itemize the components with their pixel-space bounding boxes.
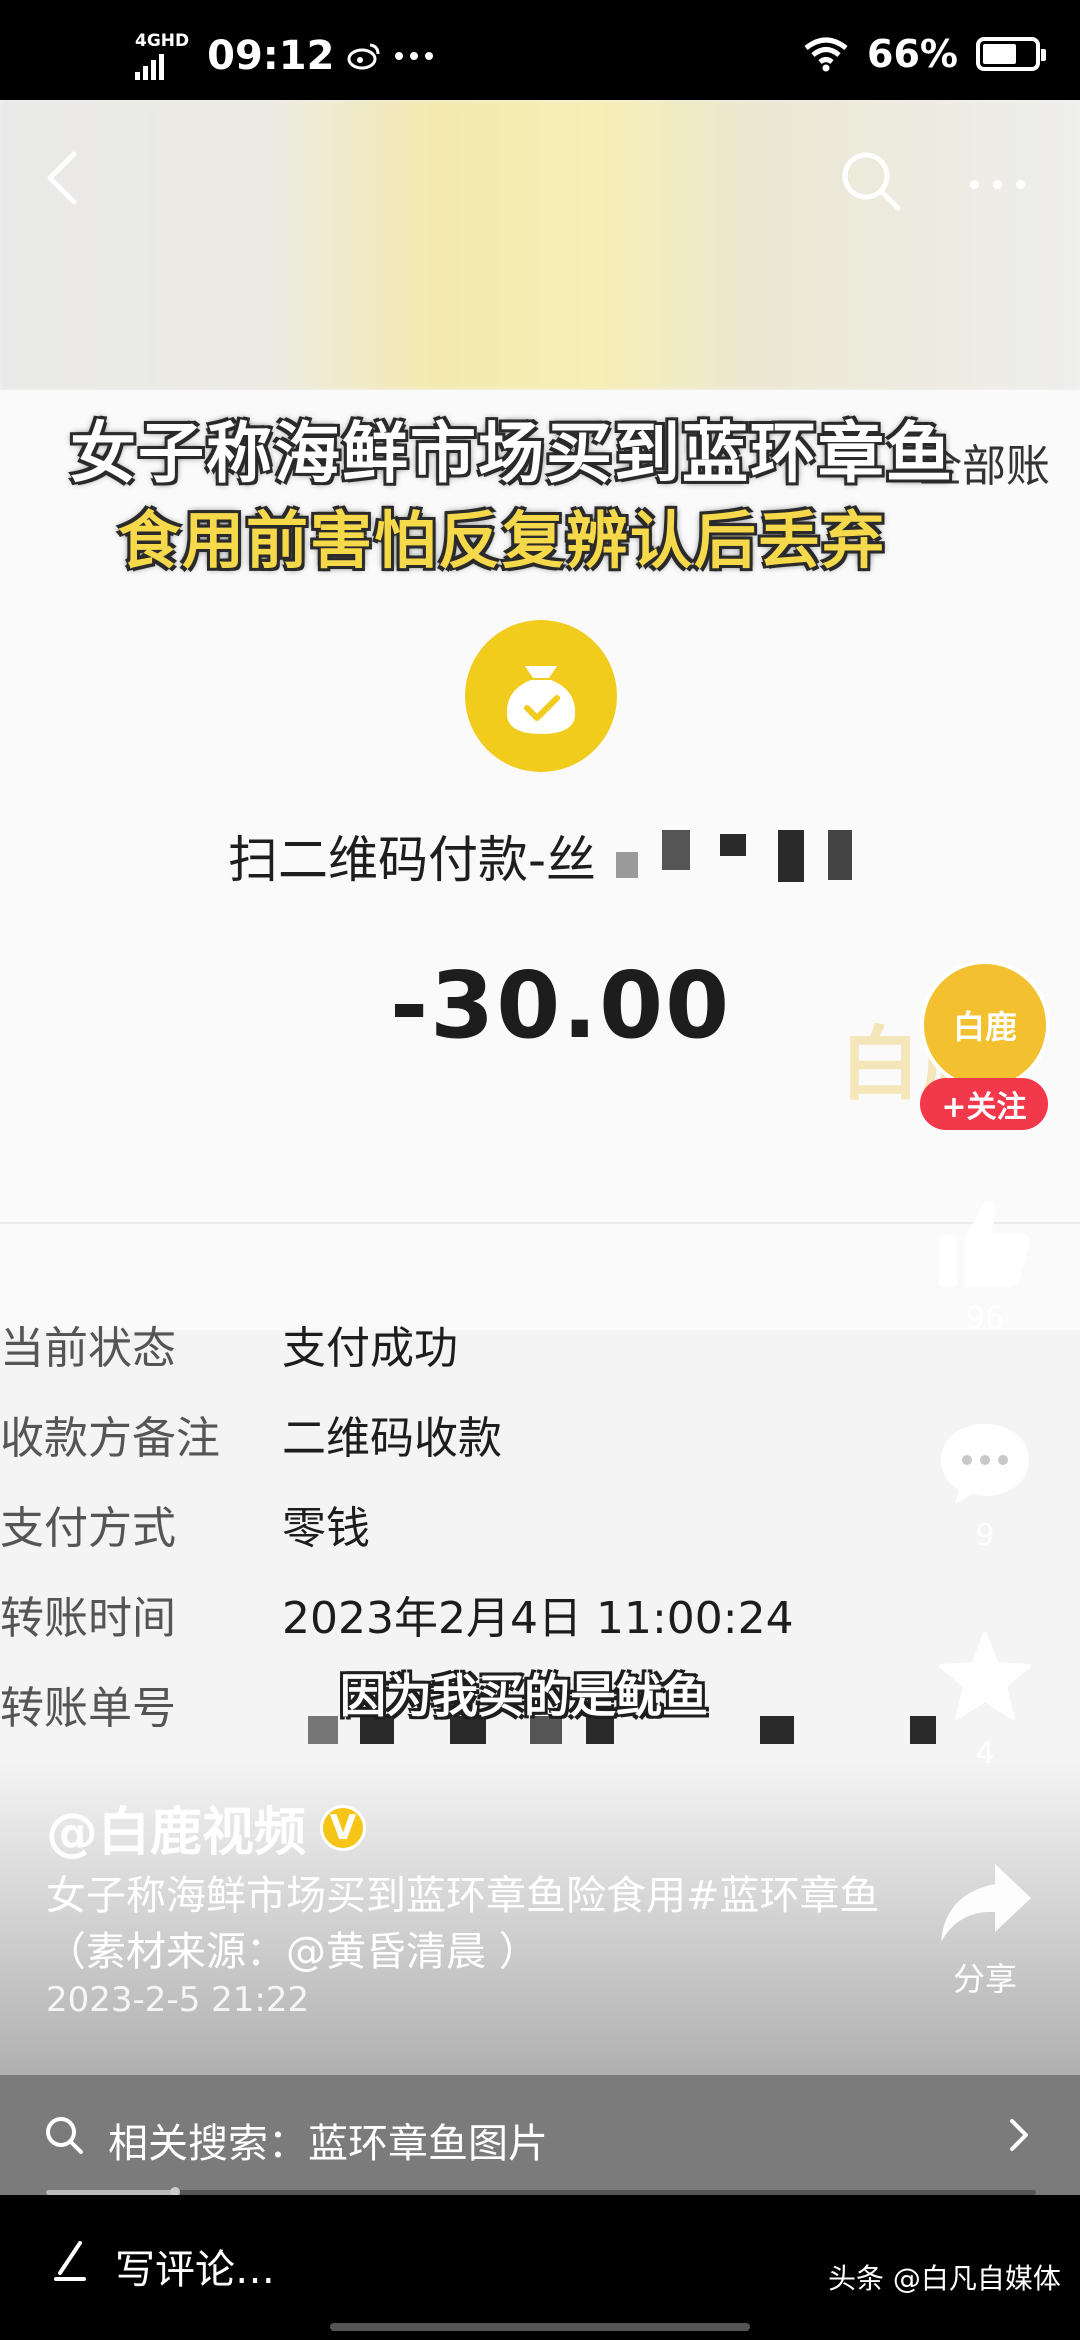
status-time: 09:12 bbox=[207, 33, 335, 79]
status-bar: 4GHD 09:12 66% bbox=[0, 0, 1080, 100]
star-icon bbox=[939, 1632, 1031, 1720]
back-icon[interactable] bbox=[42, 148, 82, 208]
video-caption-line1: 女子称海鲜市场买到蓝环章鱼 bbox=[70, 415, 954, 492]
video-subtitle: 因为我买的是鱿鱼 bbox=[340, 1669, 708, 1723]
comment-count: 9 bbox=[975, 1518, 995, 1553]
detail-label: 支付方式 bbox=[0, 1503, 176, 1554]
comment-bubble-icon bbox=[941, 1424, 1029, 1504]
status-right: 66% bbox=[803, 32, 1046, 76]
status-left: 4GHD 09:12 bbox=[135, 32, 434, 80]
comment-button[interactable]: 9 bbox=[930, 1418, 1040, 1553]
video-blurred-header bbox=[0, 100, 1080, 390]
video-caption-line2: 食用前害怕反复辨认后丢弃 bbox=[118, 504, 887, 577]
home-indicator[interactable] bbox=[330, 2323, 750, 2331]
more-options-icon[interactable] bbox=[970, 180, 1025, 189]
author-handle[interactable]: @白鹿视频 bbox=[46, 1790, 306, 1865]
divider bbox=[0, 1222, 1080, 1224]
related-search-text[interactable]: 相关搜索：蓝环章鱼图片 bbox=[108, 2111, 548, 2169]
more-notifications-icon bbox=[395, 52, 434, 60]
thumbs-up-icon bbox=[939, 1200, 1031, 1287]
share-label: 分享 bbox=[952, 1960, 1017, 1998]
detail-label: 转账时间 bbox=[0, 1593, 176, 1644]
comment-bar: 写评论… 头条 @白凡自媒体 bbox=[0, 2195, 1080, 2340]
follow-button[interactable]: +关注 bbox=[920, 1078, 1048, 1130]
avatar[interactable]: 白鹿 bbox=[920, 960, 1050, 1090]
favorite-count: 4 bbox=[975, 1736, 995, 1771]
detail-value: 二维码收款 bbox=[282, 1413, 502, 1464]
detail-row-time: 转账时间 2023年2月4日 11:00:24 bbox=[0, 1582, 1000, 1652]
source-watermark: 头条 @白凡自媒体 bbox=[828, 2262, 1061, 2295]
weibo-icon bbox=[347, 43, 380, 70]
battery-percent: 66% bbox=[867, 32, 958, 76]
detail-value: 2023年2月4日 11:00:24 bbox=[282, 1593, 794, 1644]
detail-row-method: 支付方式 零钱 bbox=[0, 1492, 1000, 1562]
search-icon[interactable] bbox=[838, 148, 904, 214]
verified-badge-icon: V bbox=[320, 1804, 367, 1851]
post-description[interactable]: 女子称海鲜市场买到蓝环章鱼险食用#蓝环章鱼（素材来源：@黄昏清晨 ） bbox=[46, 1868, 906, 1980]
video-player[interactable]: 全部账 女子称海鲜市场买到蓝环章鱼 食用前害怕反复辨认后丢弃 扫二维码付款-丝 … bbox=[0, 100, 1080, 2100]
network-type: 4GHD bbox=[135, 31, 190, 51]
wifi-icon bbox=[804, 37, 848, 72]
like-count: 96 bbox=[965, 1301, 1005, 1336]
detail-value: 零钱 bbox=[282, 1503, 370, 1554]
related-search-bar[interactable]: 相关搜索：蓝环章鱼图片 bbox=[0, 2075, 1080, 2195]
money-bag-icon bbox=[465, 620, 617, 772]
like-button[interactable]: 96 bbox=[930, 1195, 1040, 1336]
favorite-button[interactable]: 4 bbox=[930, 1630, 1040, 1771]
detail-label: 当前状态 bbox=[0, 1323, 176, 1374]
battery-icon bbox=[976, 37, 1046, 71]
detail-label: 收款方备注 bbox=[0, 1413, 220, 1464]
chevron-right-icon[interactable] bbox=[1008, 2117, 1030, 2153]
payment-amount: -30.00 bbox=[390, 952, 732, 1059]
author-name[interactable]: @白鹿视频 V bbox=[46, 1790, 367, 1865]
search-icon bbox=[46, 2117, 83, 2154]
detail-label: 转账单号 bbox=[0, 1683, 176, 1734]
cellular-signal-icon: 4GHD bbox=[135, 32, 189, 80]
detail-row-status: 当前状态 支付成功 bbox=[0, 1312, 1000, 1382]
share-arrow-icon bbox=[941, 1864, 1031, 1942]
comment-input[interactable]: 写评论… bbox=[115, 2237, 275, 2295]
post-date: 2023-2-5 21:22 bbox=[46, 1980, 310, 2020]
detail-row-remark: 收款方备注 二维码收款 bbox=[0, 1402, 1000, 1472]
payment-title: 扫二维码付款-丝 bbox=[228, 831, 597, 889]
pen-icon bbox=[54, 2241, 86, 2281]
share-button[interactable]: 分享 bbox=[930, 1858, 1040, 2000]
detail-value: 支付成功 bbox=[282, 1323, 458, 1374]
